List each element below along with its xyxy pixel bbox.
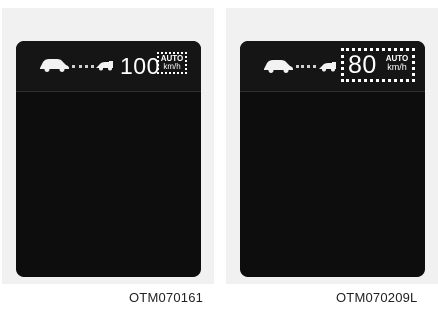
cruise-status-bar: 100 AUTO km/h	[16, 41, 201, 92]
cluster-display: 80 AUTO km/h	[240, 41, 425, 277]
distance-dots-icon	[296, 65, 316, 68]
figure-panel-left: 100 AUTO km/h	[2, 8, 214, 284]
set-speed-value: 100	[120, 53, 160, 79]
figure-panel-right: 80 AUTO km/h	[226, 8, 438, 284]
speed-unit-label: km/h	[163, 62, 181, 71]
vehicle-ahead-icon	[264, 60, 293, 73]
distance-dots-icon	[72, 65, 94, 68]
own-vehicle-icon	[96, 61, 113, 71]
figure-caption-right: OTM070209L	[336, 290, 418, 305]
figure-caption-left: OTM070161	[129, 290, 204, 305]
set-speed-value: 80	[348, 51, 377, 79]
speed-unit-label: km/h	[387, 62, 407, 72]
own-vehicle-icon	[319, 62, 336, 72]
vehicle-ahead-icon	[40, 59, 69, 72]
cluster-display: 100 AUTO km/h	[16, 41, 201, 277]
cruise-status-bar: 80 AUTO km/h	[240, 41, 425, 92]
auto-speed-indicator: AUTO km/h	[157, 52, 187, 74]
auto-speed-indicator: AUTO km/h	[384, 55, 410, 72]
